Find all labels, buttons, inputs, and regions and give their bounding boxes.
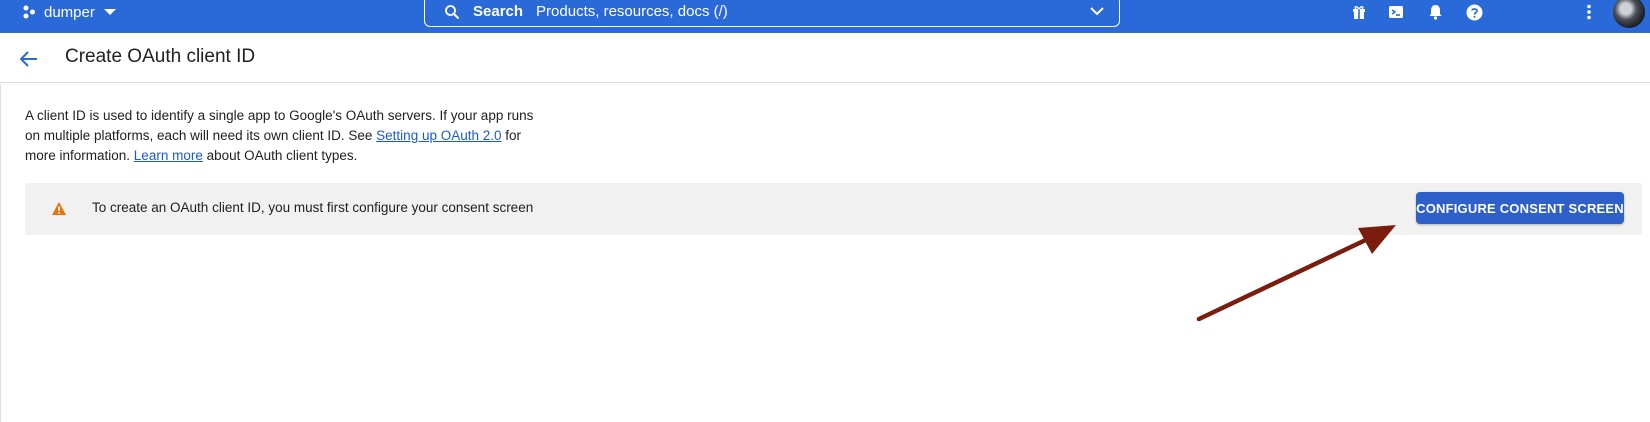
project-name: dumper [44, 3, 95, 21]
description-text: A client ID is used to identify a single… [25, 106, 545, 166]
gift-icon[interactable] [1347, 0, 1371, 24]
description-part-3: about OAuth client types. [202, 148, 358, 163]
chevron-down-icon[interactable] [1089, 3, 1105, 19]
project-picker[interactable]: dumper [22, 2, 117, 22]
page-title: Create OAuth client ID [65, 46, 256, 67]
notifications-icon[interactable] [1423, 0, 1447, 24]
page-header: Create OAuth client ID [0, 33, 1650, 83]
help-icon[interactable] [1462, 0, 1486, 24]
search-bar[interactable]: Search Products, resources, docs (/) [424, 0, 1120, 27]
cloud-shell-icon[interactable] [1384, 0, 1408, 24]
project-dots-icon [23, 5, 35, 19]
learn-more-link[interactable]: Learn more [134, 148, 203, 163]
more-vert-icon[interactable] [1577, 0, 1601, 24]
left-divider [0, 84, 1, 422]
avatar[interactable] [1613, 0, 1645, 28]
page: dumper Search Products, resources, docs … [0, 0, 1650, 422]
top-bar: dumper Search Products, resources, docs … [0, 0, 1650, 33]
search-label: Search [473, 3, 524, 20]
back-arrow-icon[interactable] [16, 46, 42, 72]
search-icon [445, 4, 459, 19]
caret-down-icon [103, 9, 116, 15]
configure-consent-screen-button[interactable]: CONFIGURE CONSENT SCREEN [1416, 192, 1624, 224]
search-placeholder: Products, resources, docs (/) [536, 3, 728, 20]
annotation-arrow [1196, 225, 1396, 322]
warning-icon [52, 202, 66, 215]
banner-message: To create an OAuth client ID, you must f… [92, 200, 534, 215]
setting-up-oauth-link[interactable]: Setting up OAuth 2.0 [376, 128, 501, 143]
